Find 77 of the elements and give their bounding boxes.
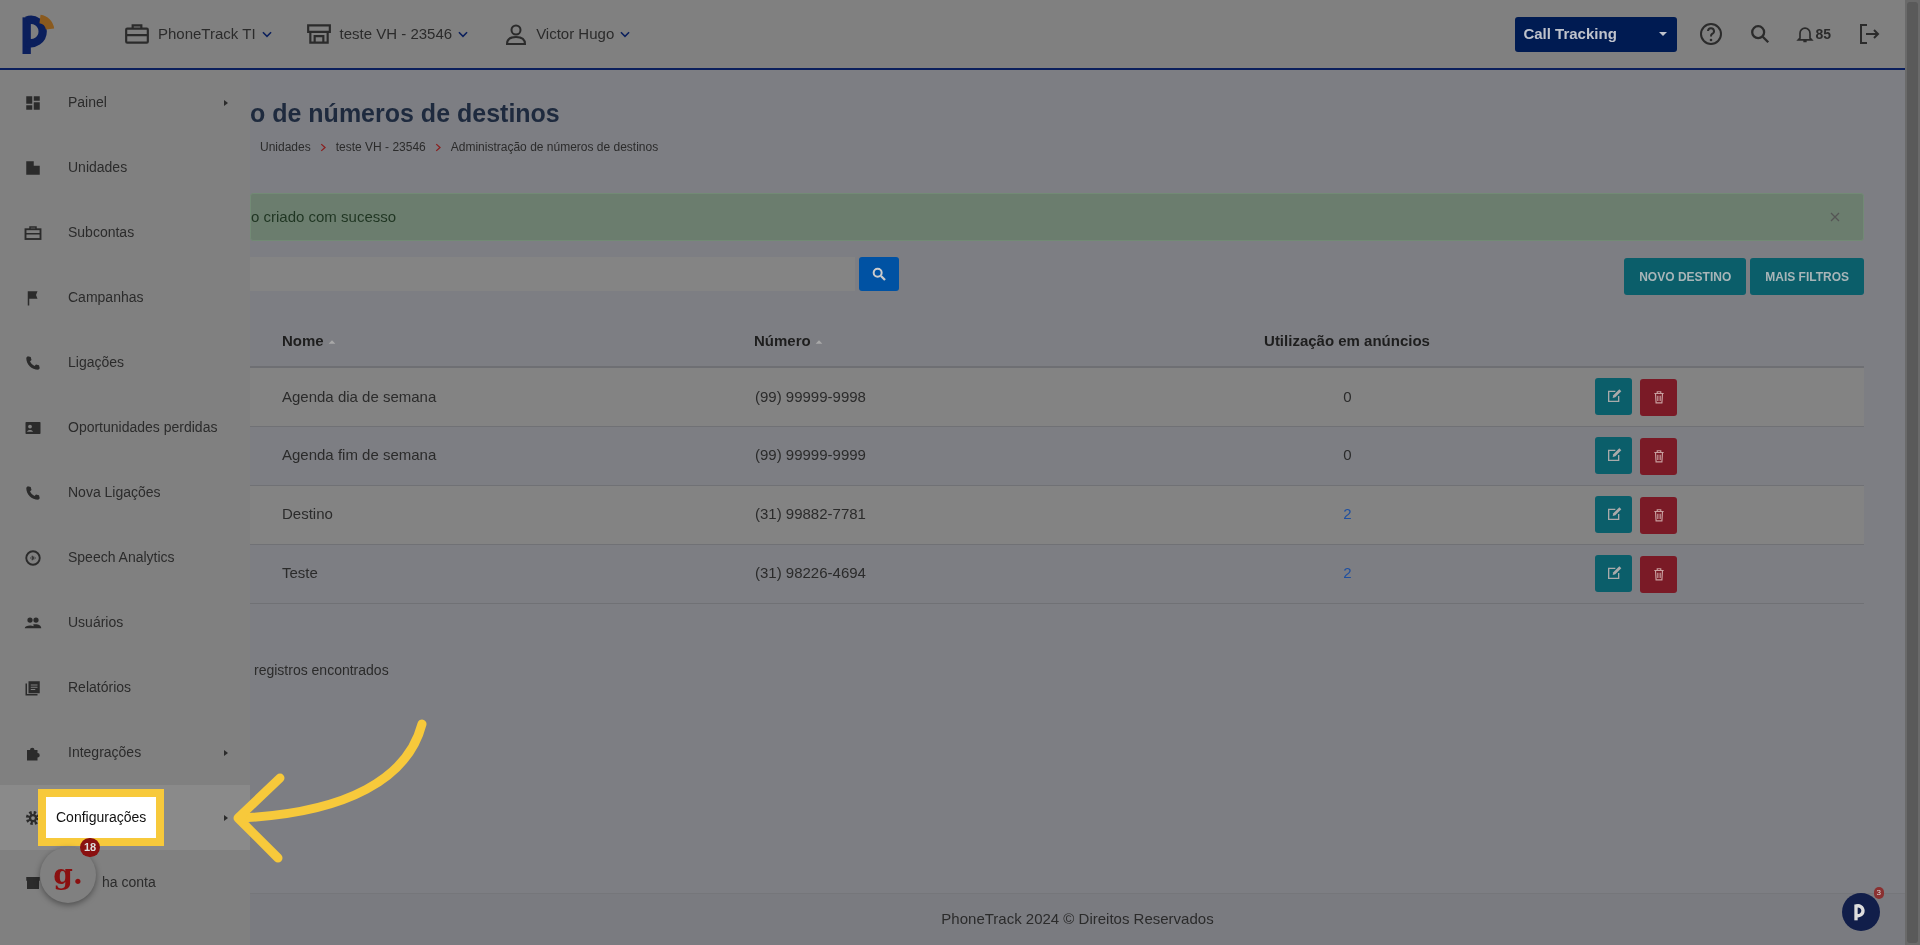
dashboard-icon	[24, 93, 42, 112]
edit-icon	[1605, 447, 1622, 463]
briefcase-icon	[24, 223, 42, 242]
breadcrumb-current: Administração de números de destinos	[450, 139, 659, 156]
help-icon[interactable]	[1699, 22, 1724, 46]
sidebar-item[interactable]: Relatórios	[68, 677, 132, 698]
sidebar-item[interactable]: Painel	[68, 92, 107, 113]
table-cell: (31) 99882-7781	[755, 505, 866, 523]
search-icon	[871, 266, 887, 282]
edit-icon	[1605, 565, 1622, 581]
delete-button[interactable]	[1640, 437, 1677, 475]
sidebar-item[interactable]: Unidades	[68, 157, 128, 178]
table-cell: Teste	[282, 564, 318, 582]
sidebar-item[interactable]: ha conta	[102, 872, 156, 893]
alert-message: o criado com sucesso	[251, 206, 397, 227]
scrollbar[interactable]	[1905, 0, 1920, 945]
toolbar-button[interactable]: MAIS FILTROS	[1750, 258, 1864, 295]
trash-icon	[1651, 449, 1666, 463]
search-icon[interactable]	[1749, 23, 1772, 45]
product-select[interactable]: Call Tracking	[1515, 16, 1678, 52]
sidebar-item[interactable]: Nova Ligações	[68, 482, 161, 503]
edit-button[interactable]	[1595, 495, 1632, 533]
column-header[interactable]: Número	[754, 332, 811, 350]
usage-link[interactable]: 2	[1343, 564, 1352, 582]
sidebar-item[interactable]: Ligações	[68, 352, 125, 373]
dropdown-button[interactable]: Victor Hugo	[536, 22, 633, 46]
table-cell: Agenda fim de semana	[282, 446, 437, 464]
dropdown-button[interactable]: PhoneTrack TI	[158, 22, 274, 46]
search-button[interactable]	[859, 257, 899, 291]
waveform-icon	[24, 548, 42, 567]
trash-icon	[1651, 390, 1666, 405]
footer-text: PhoneTrack 2024 © Direitos Reservados	[941, 909, 1214, 930]
briefcase-icon	[124, 21, 150, 47]
sidebar-item[interactable]: Speech Analytics	[68, 547, 175, 568]
usage-link[interactable]: 2	[1343, 505, 1352, 523]
chevron-right-icon	[433, 142, 443, 152]
person-icon	[504, 22, 529, 46]
logout-icon[interactable]	[1857, 22, 1881, 46]
notification-count: 85	[1815, 24, 1831, 44]
table-cell: 0	[1343, 387, 1352, 405]
edit-button[interactable]	[1595, 377, 1632, 415]
page-title: o de números de destinos	[250, 98, 561, 128]
edit-icon	[1605, 388, 1622, 405]
sidebar-item[interactable]: Campanhas	[68, 287, 144, 308]
phone-icon	[24, 353, 42, 372]
edit-button[interactable]	[1595, 554, 1632, 592]
column-header: Utilização em anúncios	[1264, 332, 1430, 350]
store-icon	[305, 21, 332, 47]
delete-button[interactable]	[1640, 555, 1677, 593]
building-icon	[24, 158, 42, 177]
table-cell: (99) 99999-9999	[755, 446, 866, 464]
sidebar-item[interactable]: Oportunidades perdidas	[68, 417, 218, 438]
sidebar-item[interactable]: Integrações	[68, 742, 142, 763]
table-cell: Destino	[282, 505, 333, 523]
trash-icon	[1651, 567, 1666, 581]
edit-button[interactable]	[1595, 436, 1632, 474]
delete-button[interactable]	[1640, 496, 1677, 534]
dropdown-button[interactable]: teste VH - 23546	[339, 22, 471, 46]
column-header[interactable]: Nome	[282, 332, 324, 350]
breadcrumb-link[interactable]: Unidades	[260, 138, 311, 156]
close-icon[interactable]	[1829, 211, 1841, 223]
document-icon	[24, 678, 42, 697]
notification-badge: 3	[1873, 887, 1884, 899]
trash-icon	[1651, 508, 1666, 522]
delete-button[interactable]	[1640, 378, 1677, 416]
sidebar-item[interactable]: Usuários	[68, 612, 124, 633]
records-count: registros encontrados	[254, 660, 390, 680]
breadcrumb-link[interactable]: teste VH - 23546	[335, 138, 426, 156]
edit-icon	[1605, 506, 1622, 522]
chevron-right-icon	[318, 142, 328, 152]
sidebar-item[interactable]: Subcontas	[68, 222, 135, 243]
table-cell: Agenda dia de semana	[282, 387, 437, 405]
table-cell: 0	[1343, 446, 1352, 464]
phone-icon	[24, 483, 42, 502]
table-cell: (31) 98226-4694	[755, 564, 866, 582]
toolbar-button[interactable]: NOVO DESTINO	[1624, 258, 1747, 295]
table-cell: (99) 99999-9998	[755, 387, 866, 405]
